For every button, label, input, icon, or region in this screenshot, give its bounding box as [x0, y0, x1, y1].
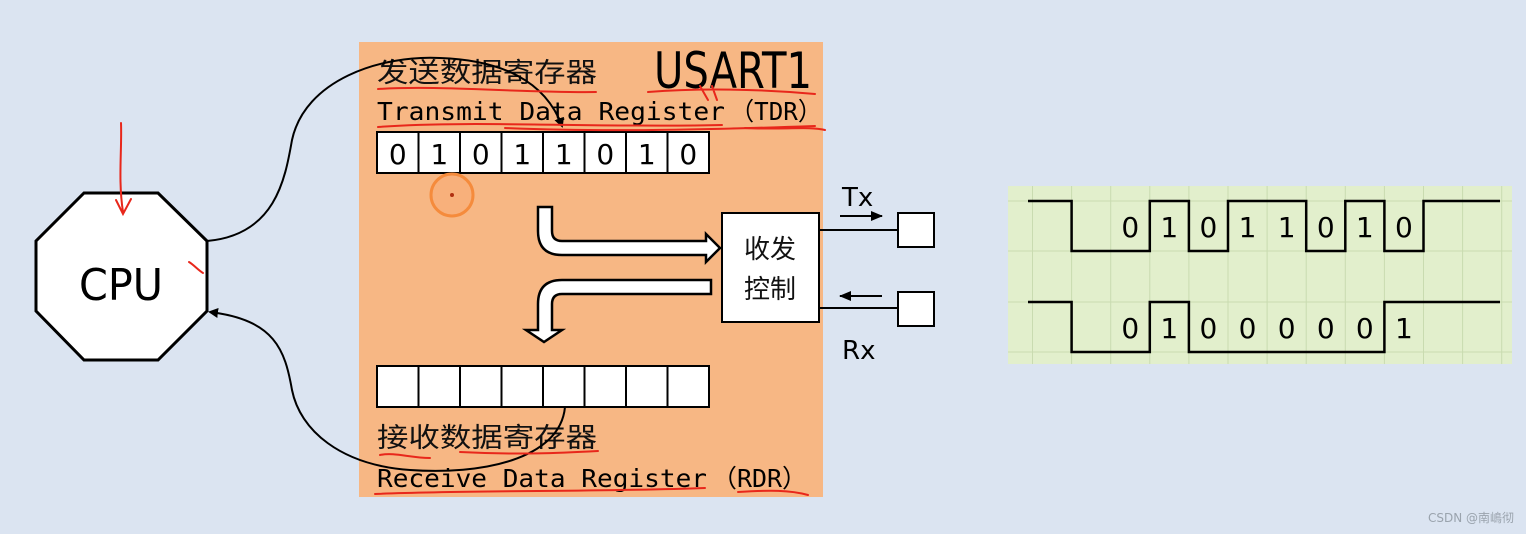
- waveform-bit-label: 0: [1278, 312, 1296, 345]
- waveform-bit-label: 1: [1239, 211, 1257, 244]
- tdr-bit-value: 0: [472, 138, 490, 171]
- cpu-label: CPU: [79, 260, 163, 311]
- tdr-label-en: Transmit Data Register: [377, 97, 725, 126]
- tdr-abbr: （TDR）: [730, 97, 822, 126]
- rdr-register: [376, 365, 710, 408]
- rdr-bit-cell: [500, 365, 544, 408]
- transceiver-control-block: 收发 控制: [721, 212, 820, 323]
- control-label-line2: 控制: [744, 275, 796, 305]
- tdr-bit-cell: 1: [542, 131, 586, 174]
- tx-label: Tx: [841, 183, 873, 213]
- tdr-bit-value: 1: [430, 138, 448, 171]
- tdr-register: 01011010: [376, 131, 710, 174]
- waveform-bit-label: 1: [1278, 211, 1296, 244]
- waveform-bit-label: 0: [1121, 312, 1139, 345]
- waveform-bit-label: 0: [1356, 312, 1374, 345]
- tdr-bit-cell: 1: [625, 131, 669, 174]
- tdr-bit-cell: 0: [583, 131, 627, 174]
- tdr-bit-cell: 1: [417, 131, 461, 174]
- rdr-bit-cell: [583, 365, 627, 408]
- rdr-bit-cell: [376, 365, 420, 408]
- tdr-bit-cell: 0: [666, 131, 710, 174]
- cpu-block: CPU: [34, 191, 209, 362]
- tdr-bit-value: 0: [596, 138, 614, 171]
- rdr-bit-cell: [625, 365, 669, 408]
- cursor-indicator: [429, 172, 475, 218]
- waveform-panel: 0 1 0 1 1 0 1 00 1 0 0 0 0 0 1: [1008, 186, 1512, 364]
- tdr-bit-value: 1: [555, 138, 573, 171]
- tdr-bit-value: 1: [638, 138, 656, 171]
- waveform-bit-label: 0: [1395, 211, 1413, 244]
- waveform-bit-label: 0: [1239, 312, 1257, 345]
- rx-label: Rx: [842, 336, 875, 366]
- waveform-bit-label: 1: [1395, 312, 1413, 345]
- tdr-bit-cell: 1: [500, 131, 544, 174]
- tdr-bit-value: 0: [679, 138, 697, 171]
- rdr-bit-cell: [542, 365, 586, 408]
- waveform-bit-label: 0: [1200, 211, 1218, 244]
- watermark: CSDN @南嶋彻: [1427, 511, 1514, 525]
- rdr-bit-cell: [417, 365, 461, 408]
- tdr-label-cn: 发送数据寄存器: [377, 58, 597, 89]
- rdr-abbr: （RDR）: [712, 464, 807, 493]
- waveform-bit-label: 1: [1160, 211, 1178, 244]
- tdr-bit-value: 0: [389, 138, 407, 171]
- waveform-bit-label: 0: [1317, 312, 1335, 345]
- rdr-bit-cell: [666, 365, 710, 408]
- waveform-bit-label: 1: [1356, 211, 1374, 244]
- tdr-bit-cell: 0: [376, 131, 420, 174]
- control-label-line1: 收发: [744, 235, 796, 265]
- usart-diagram: CPU 发送数据寄存器 USART1 Transmit Data Registe…: [34, 42, 1512, 497]
- waveform-bit-label: 0: [1121, 211, 1139, 244]
- tdr-bit-cell: 0: [459, 131, 503, 174]
- tx-pin: [897, 212, 935, 248]
- rx-pin: [897, 291, 935, 327]
- waveform-bit-label: 0: [1317, 211, 1335, 244]
- tdr-bit-value: 1: [513, 138, 531, 171]
- rdr-bit-cell: [459, 365, 503, 408]
- rdr-label-cn: 接收数据寄存器: [377, 423, 597, 454]
- waveform-bit-label: 0: [1200, 312, 1218, 345]
- waveform-bit-label: 1: [1160, 312, 1178, 345]
